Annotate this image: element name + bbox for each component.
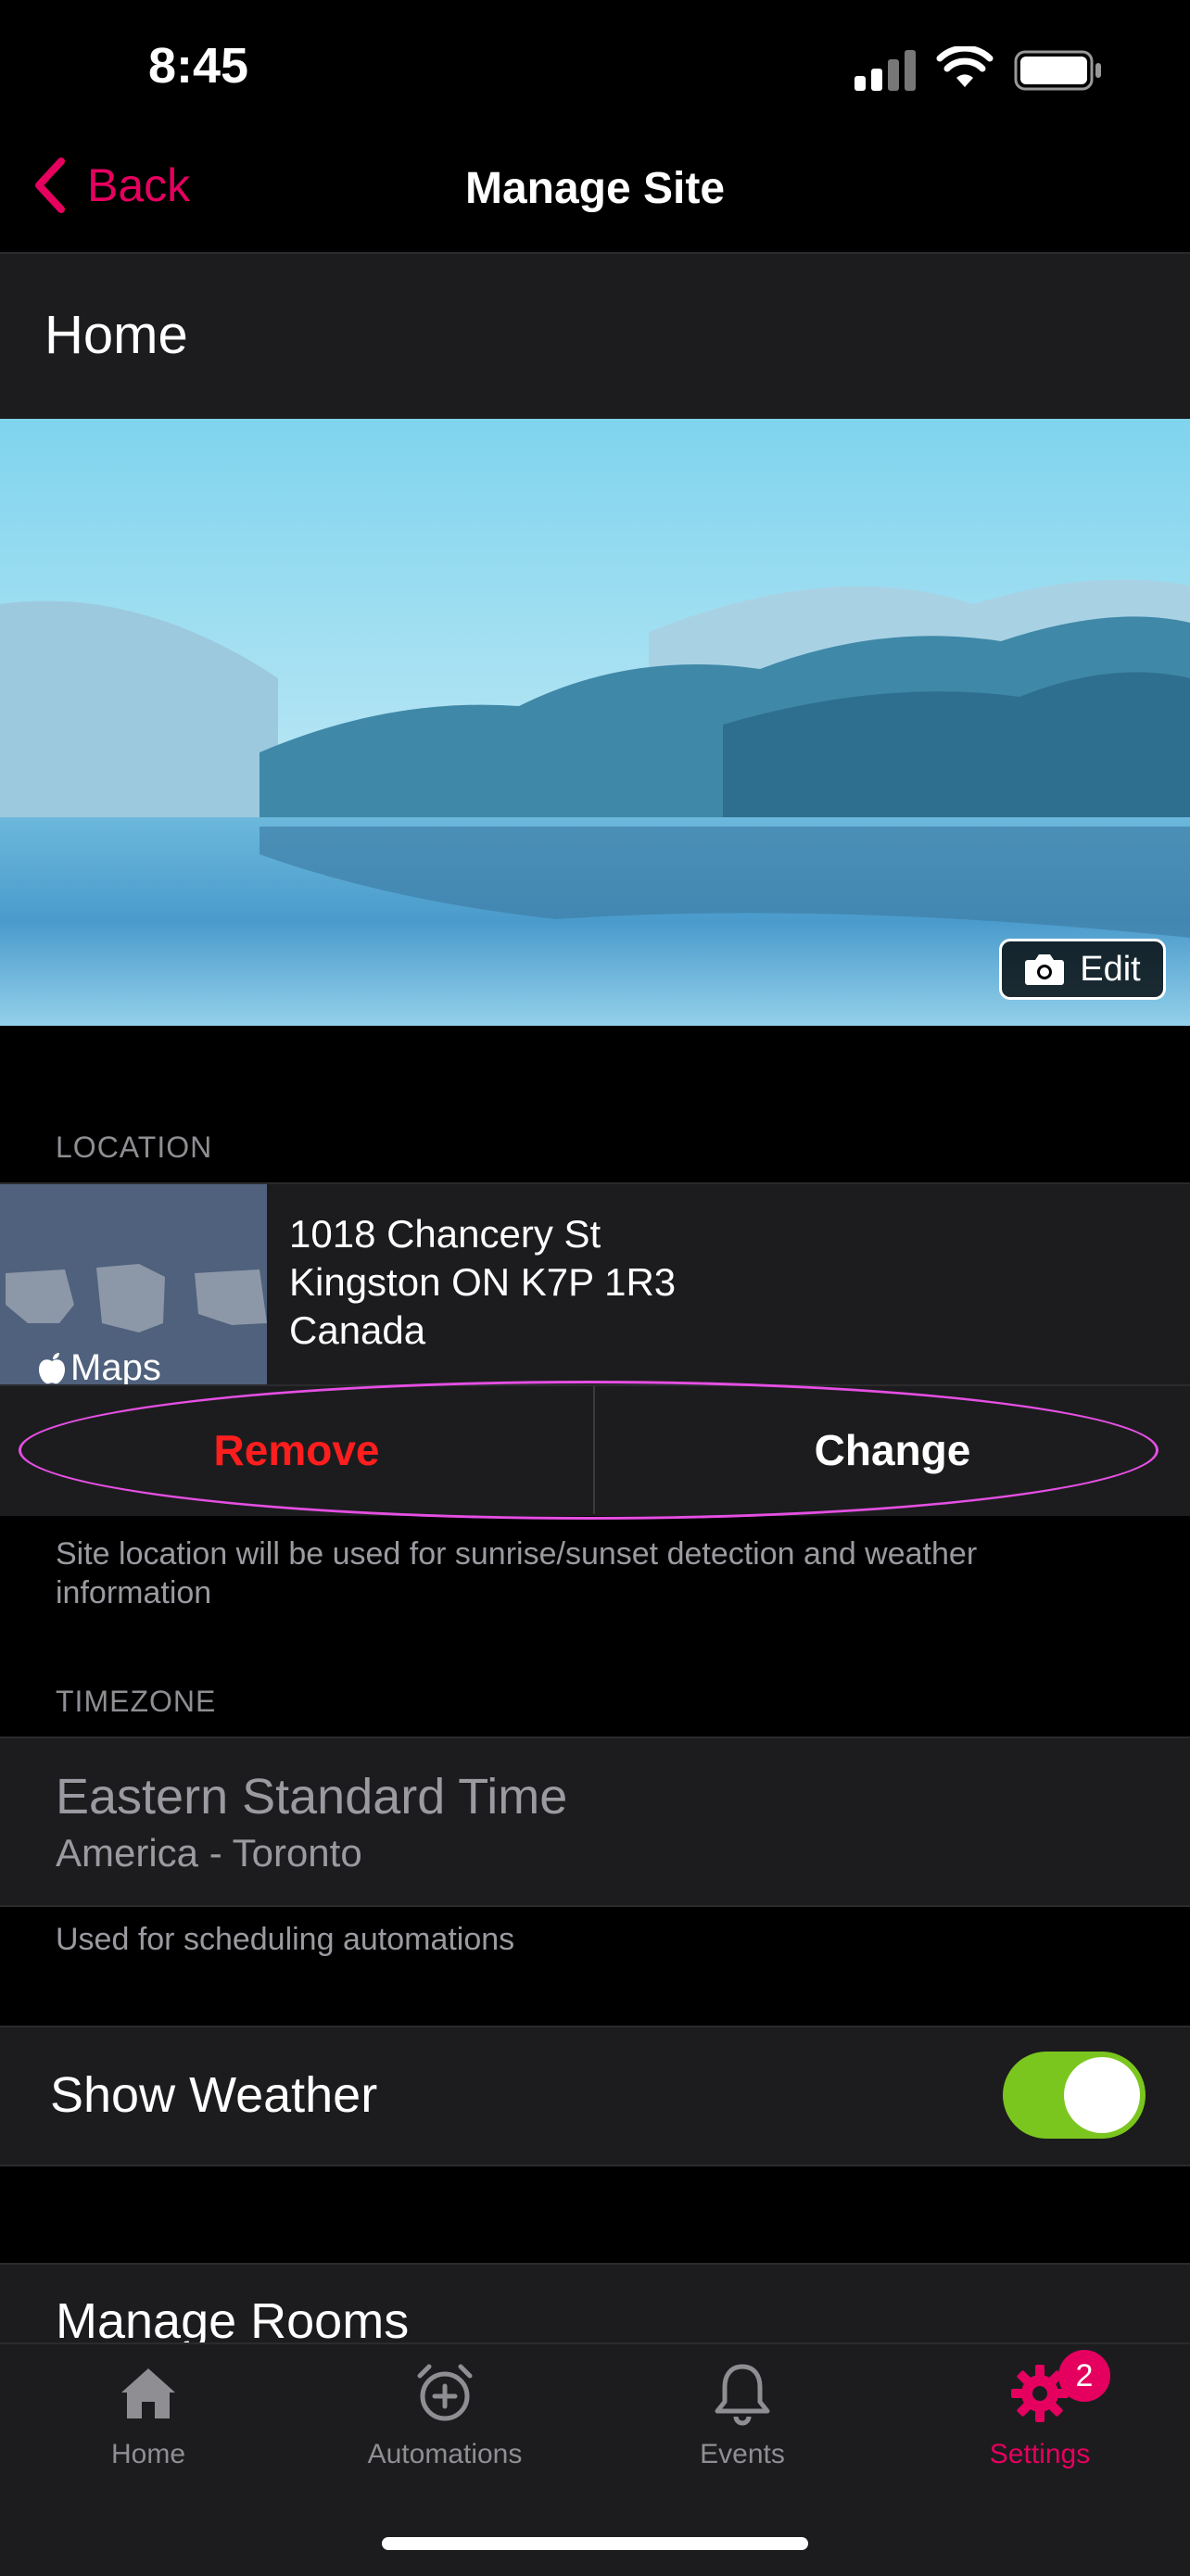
timezone-name: Eastern Standard Time [56,1769,568,1825]
tab-home[interactable]: Home [28,2361,269,2470]
map-thumbnail[interactable]: Maps [0,1184,267,1384]
tab-events[interactable]: Events [622,2361,863,2470]
manage-rooms-label: Manage Rooms [56,2293,410,2349]
show-weather-label: Show Weather [50,2067,378,2123]
apple-logo-icon [39,1352,65,1383]
wifi-icon [936,46,994,87]
battery-icon [1014,50,1101,91]
timezone-region: America - Toronto [56,1831,362,1875]
tab-home-label: Home [110,2439,186,2469]
camera-icon [1025,954,1065,985]
home-icon [121,2368,175,2418]
site-name: Home [44,305,188,365]
highlight-ellipse [19,1381,1158,1520]
location-section-header: LOCATION [56,1130,213,1164]
address-line3: Canada [289,1308,426,1352]
maps-label: Maps [70,1347,161,1384]
site-photo [0,419,1190,1026]
apple-maps-logo: Maps [37,1347,161,1384]
timezone-footnote: Used for scheduling automations [56,1922,515,1957]
page-title: Manage Site [464,164,726,213]
signal-icon [855,50,916,91]
location-footnote: Site location will be used for sunrise/s… [56,1536,978,1610]
address-line1: 1018 Chancery St [289,1212,601,1256]
timezone-section-header: TIMEZONE [56,1685,217,1718]
tab-settings-label: Settings [989,2439,1091,2469]
toggle-knob [1064,2057,1140,2133]
home-indicator[interactable] [382,2537,808,2550]
settings-badge: 2 [1058,2350,1110,2402]
bell-icon [715,2364,770,2426]
tab-events-label: Events [700,2439,785,2469]
edit-photo-button[interactable]: Edit [999,939,1166,1000]
tab-settings[interactable]: Settings [919,2361,1160,2470]
alarm-plus-icon [417,2364,473,2421]
status-time: 8:45 [148,38,249,94]
edit-label: Edit [1080,949,1141,989]
address-line2: Kingston ON K7P 1R3 [289,1260,677,1304]
tab-automations-label: Automations [367,2439,523,2469]
tab-automations[interactable]: Automations [324,2361,565,2470]
address-block: 1018 Chancery St Kingston ON K7P 1R3 Can… [289,1210,676,1355]
